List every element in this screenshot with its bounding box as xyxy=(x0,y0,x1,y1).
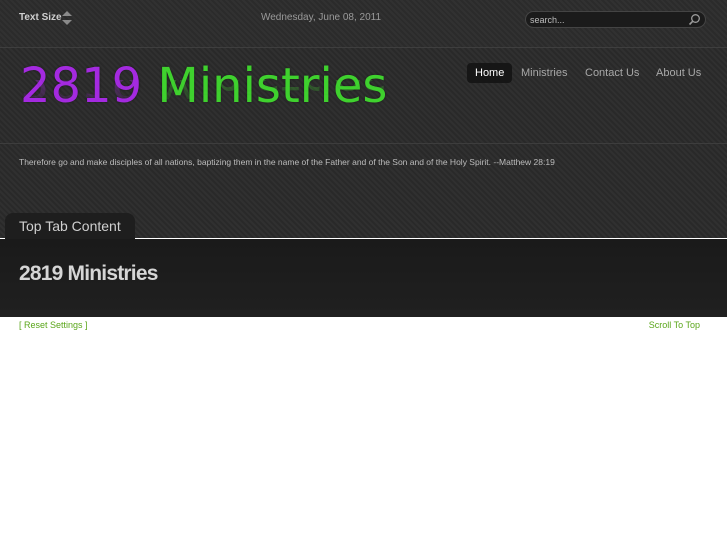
scroll-to-top-link[interactable]: Scroll To Top xyxy=(649,320,700,330)
content-title: 2819 Ministries xyxy=(19,262,158,285)
header-divider xyxy=(0,143,727,144)
main-content: 2819 Ministries xyxy=(0,239,727,317)
logo-reflection-word: Ministries xyxy=(157,80,388,108)
tagline: Therefore go and make disciples of all n… xyxy=(19,157,555,167)
nav-item-contact-us[interactable]: Contact Us xyxy=(577,63,647,83)
nav-item-home[interactable]: Home xyxy=(467,63,513,83)
search-box xyxy=(525,11,706,28)
top-bar: Text Size Wednesday, June 08, 2011 xyxy=(0,0,727,48)
nav-item-ministries[interactable]: Ministries xyxy=(513,63,575,83)
search-input[interactable] xyxy=(530,12,680,27)
logo-reflection-number: 2819 xyxy=(20,80,143,108)
logo-reflection: 2819 Ministries xyxy=(20,80,387,110)
tab-top-tab-content[interactable]: Top Tab Content xyxy=(5,213,135,239)
tab-label: Top Tab Content xyxy=(19,218,121,234)
search-icon[interactable] xyxy=(688,13,701,26)
nav-item-about-us[interactable]: About Us xyxy=(648,63,709,83)
reset-settings-link[interactable]: [ Reset Settings ] xyxy=(19,320,88,330)
